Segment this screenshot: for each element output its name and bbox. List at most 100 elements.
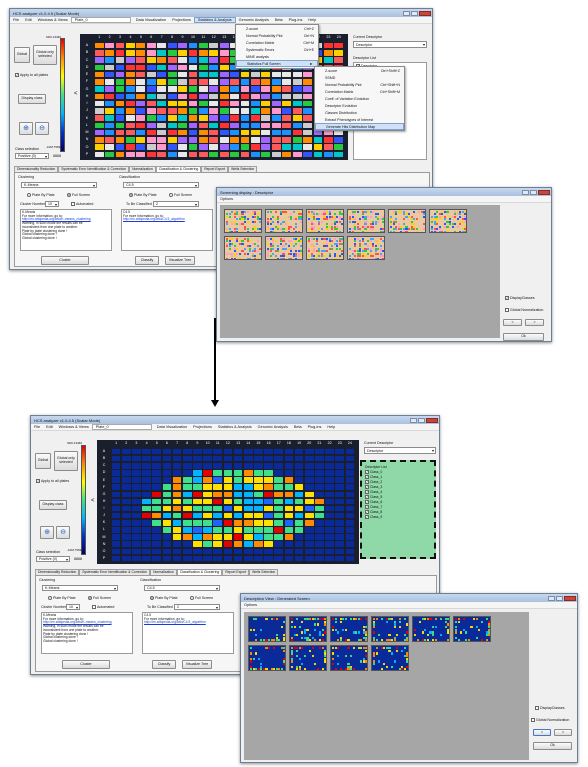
plate-well[interactable]	[254, 477, 263, 483]
plate-well[interactable]	[121, 498, 131, 505]
plate-well[interactable]	[193, 527, 202, 533]
plate-well[interactable]	[162, 448, 172, 455]
global-button[interactable]: Global	[35, 453, 51, 469]
plate-well[interactable]	[146, 129, 156, 136]
plate-well[interactable]	[105, 86, 115, 92]
plate-column-header[interactable]: 8	[184, 441, 191, 445]
plate-well[interactable]	[146, 122, 156, 129]
plate-well[interactable]	[251, 122, 260, 129]
plate-well[interactable]	[345, 555, 355, 562]
plate-well[interactable]	[240, 100, 250, 107]
plate-thumbnail[interactable]	[224, 236, 262, 260]
plate-well[interactable]	[303, 115, 312, 121]
plate-well[interactable]	[213, 527, 223, 533]
plate-well[interactable]	[203, 463, 212, 469]
plate-well[interactable]	[294, 463, 304, 469]
plate-well[interactable]	[219, 122, 229, 129]
plate-well[interactable]	[254, 505, 263, 512]
plate-well[interactable]	[219, 115, 229, 121]
plate-well[interactable]	[178, 86, 187, 92]
plate-well[interactable]	[271, 122, 281, 129]
plate-well[interactable]	[172, 491, 182, 498]
plate-thumbnail[interactable]	[429, 209, 467, 233]
plate-well[interactable]	[111, 448, 121, 455]
plate-well[interactable]	[315, 470, 324, 476]
plate-well[interactable]	[152, 505, 162, 512]
plate-well[interactable]	[178, 129, 187, 136]
plate-well[interactable]	[315, 505, 324, 512]
plate-well[interactable]	[132, 505, 141, 512]
plate-well[interactable]	[193, 448, 202, 455]
plate-well[interactable]	[167, 93, 177, 100]
plate-well[interactable]	[261, 86, 271, 92]
menu-data-visualization[interactable]: Data Visualization	[133, 18, 169, 22]
classification-method-combo[interactable]: C4.5	[144, 585, 220, 591]
plate-well[interactable]	[94, 86, 104, 92]
ok-button[interactable]: Ok	[503, 333, 544, 341]
plate-well[interactable]	[325, 484, 334, 490]
plate-well[interactable]	[264, 448, 273, 455]
menu-item-zscore[interactable]: Z-score Ctrl+Z	[236, 25, 318, 32]
plate-well[interactable]	[209, 50, 219, 56]
plate-well[interactable]	[303, 71, 312, 78]
plate-row-header[interactable]: J	[84, 108, 90, 112]
plate-well[interactable]	[282, 71, 292, 78]
plate-well[interactable]	[209, 151, 219, 158]
plate-well[interactable]	[233, 534, 243, 540]
plate-well[interactable]	[167, 71, 177, 78]
plate-well[interactable]	[105, 50, 115, 56]
next-button[interactable]: >	[525, 319, 544, 326]
menu-genomic-analysis[interactable]: Genomic Analysis	[255, 425, 291, 429]
plate-column-header[interactable]: 1	[96, 35, 103, 39]
plate-well[interactable]	[303, 144, 312, 150]
plate-well[interactable]	[345, 470, 355, 476]
menu-plate-select[interactable]: Plate_0	[91, 424, 152, 430]
plate-well[interactable]	[167, 151, 177, 158]
menu-file[interactable]: File	[31, 425, 43, 429]
plate-well[interactable]	[162, 463, 172, 469]
plate-well[interactable]	[304, 541, 314, 547]
plate-well[interactable]	[198, 115, 208, 121]
plate-well[interactable]	[167, 50, 177, 56]
plate-row-header[interactable]: C	[101, 463, 107, 467]
plate-well[interactable]	[121, 512, 131, 519]
plate-well[interactable]	[126, 115, 135, 121]
plate-well[interactable]	[121, 527, 131, 533]
plate-well[interactable]	[121, 520, 131, 526]
plate-well[interactable]	[240, 79, 250, 85]
plate-well[interactable]	[282, 144, 292, 150]
plate-well[interactable]	[240, 122, 250, 129]
plate-well[interactable]	[304, 477, 314, 483]
plate-row-header[interactable]: A	[101, 449, 107, 453]
plate-well[interactable]	[334, 50, 344, 56]
plate-well[interactable]	[115, 115, 125, 121]
plate-well[interactable]	[142, 463, 151, 469]
plate-well[interactable]	[136, 64, 146, 71]
plate-well[interactable]	[111, 548, 121, 555]
plate-well[interactable]	[294, 498, 304, 505]
plate-row-header[interactable]: G	[84, 87, 90, 91]
plate-well[interactable]	[323, 151, 333, 158]
plate-well[interactable]	[209, 42, 219, 49]
plate-well[interactable]	[193, 541, 202, 547]
plate-column-header[interactable]: 18	[285, 441, 292, 445]
plate-column-header[interactable]: 2	[123, 441, 130, 445]
plate-well[interactable]	[132, 484, 141, 490]
plate-well[interactable]	[315, 548, 324, 555]
plate-well[interactable]	[203, 470, 212, 476]
plate-well[interactable]	[121, 455, 131, 462]
plate-well[interactable]	[111, 555, 121, 562]
plate-row-header[interactable]: K	[101, 520, 107, 524]
plate-well[interactable]	[142, 520, 151, 526]
plate-well[interactable]	[121, 491, 131, 498]
clustering-method-combo[interactable]: K-Means	[21, 182, 97, 188]
classification-plate-by-plate-radio[interactable]: Plate By Plate	[150, 596, 178, 601]
plate-well[interactable]	[193, 484, 202, 490]
plate-well[interactable]	[292, 86, 302, 92]
plate-well[interactable]	[152, 520, 162, 526]
descriptor-combo[interactable]: Descriptor	[353, 41, 427, 48]
menu-item-systematic-errors[interactable]: Systematic Errors Ctrl+E	[236, 46, 318, 53]
plate-well[interactable]	[240, 86, 250, 92]
options-menu[interactable]: Options	[217, 197, 236, 201]
plate-well[interactable]	[182, 448, 192, 455]
